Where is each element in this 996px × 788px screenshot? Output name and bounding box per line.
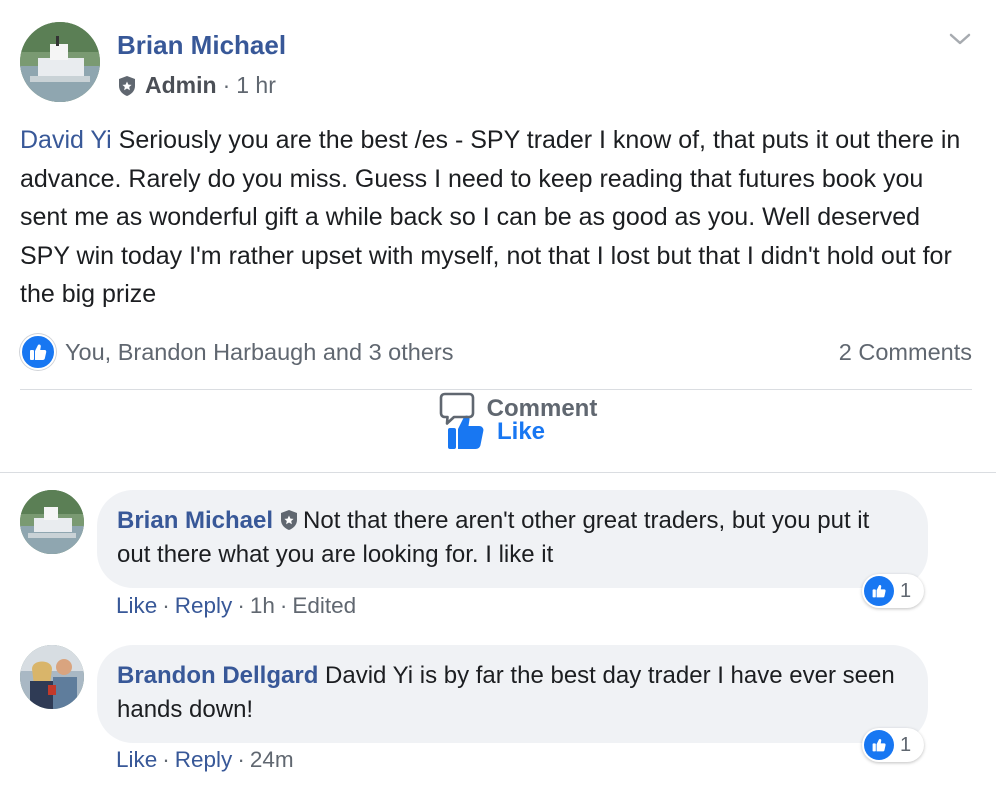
reactions-link[interactable]: You, Brandon Harbaugh and 3 others [20,334,453,370]
reactions-summary: You, Brandon Harbaugh and 3 others 2 Com… [20,333,972,371]
comment-reply-link[interactable]: Reply [175,593,233,618]
comment-reply-link[interactable]: Reply [175,747,233,772]
comment-reaction-badge[interactable]: 1 [862,728,924,762]
comment-action-separator: · [237,747,245,772]
post-body: David Yi Seriously you are the best /es … [20,121,970,314]
admin-badge-icon [119,75,135,96]
commenter-name[interactable]: Brian Michael [117,507,273,534]
comment-action-separator: · [237,593,245,618]
comment-reaction-count: 1 [900,579,912,602]
comment-like-link[interactable]: Like [116,747,157,772]
post-timestamp[interactable]: 1 hr [236,72,276,99]
commenter-name[interactable]: Brandon Dellgard [117,662,318,689]
post-meta: Admin · 1 hr [117,72,276,99]
comment-reaction-count: 1 [900,733,912,756]
comment-button[interactable]: Comment [40,392,996,426]
comment-edited-label[interactable]: Edited [292,593,356,618]
post-header: Brian Michael Admin · 1 hr [20,22,976,106]
commenter-avatar[interactable] [20,490,84,554]
comment-actions: Like · Reply · 1h · Edited [116,593,356,619]
comment-like-link[interactable]: Like [116,593,157,618]
like-reaction-icon [864,730,894,760]
comment-action-separator: · [162,747,170,772]
author-avatar[interactable] [20,22,100,102]
comment-reaction-badge[interactable]: 1 [862,574,924,608]
divider [20,389,972,390]
admin-badge-icon [281,510,298,530]
comment-button-label: Comment [486,395,598,422]
meta-separator: · [222,72,231,98]
comment-timestamp[interactable]: 24m [250,747,294,772]
comment-bubble: Brandon Dellgard David Yi is by far the … [97,645,928,743]
comment-timestamp[interactable]: 1h [250,593,275,618]
divider [0,472,996,473]
comment-action-separator: · [162,593,170,618]
speech-bubble-icon [439,392,474,425]
comment-bubble: Brian Michael Not that there aren't othe… [97,490,928,588]
comments-count-link[interactable]: 2 Comments [839,339,972,366]
post-author-name[interactable]: Brian Michael [117,30,286,61]
comment-actions: Like · Reply · 24m [116,747,294,773]
reactions-text: You, Brandon Harbaugh and 3 others [65,338,454,365]
admin-role-label: Admin [145,72,217,98]
like-reaction-icon [864,576,894,606]
comment-action-separator: · [279,593,288,618]
chevron-down-icon[interactable] [948,30,972,48]
like-reaction-icon [20,334,56,370]
mention-link[interactable]: David Yi [20,126,112,154]
post-text: Seriously you are the best /es - SPY tra… [20,126,961,308]
post-action-bar: Like Comment [20,392,972,472]
commenter-avatar[interactable] [20,645,84,709]
